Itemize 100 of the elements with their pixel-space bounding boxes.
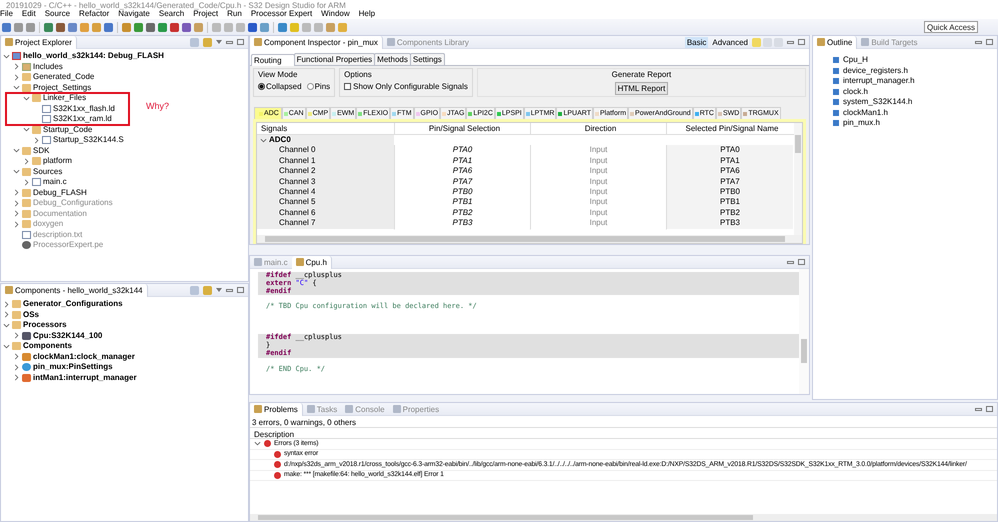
scrollbar[interactable] — [794, 123, 802, 235]
tree-item[interactable]: Linker_Files — [43, 93, 86, 104]
maximize-icon[interactable] — [986, 406, 993, 412]
tree-item[interactable]: doxygen — [33, 219, 64, 230]
tree-item[interactable]: S32K1xx_flash.ld — [53, 104, 115, 114]
checkbox[interactable]: Show Only Configurable Signals — [344, 82, 468, 91]
chevron-icon[interactable] — [13, 374, 20, 382]
column-header[interactable]: Direction — [530, 123, 666, 135]
tree-item[interactable]: Includes — [33, 62, 63, 72]
chevron-icon[interactable] — [3, 52, 10, 60]
minimize-icon[interactable] — [975, 408, 982, 410]
chevron-icon[interactable] — [33, 136, 40, 144]
chevron-icon[interactable] — [13, 189, 20, 196]
outline-item[interactable]: clockMan1.h — [843, 108, 888, 118]
chevron-icon[interactable] — [13, 84, 20, 92]
panel-tab[interactable]: Components - hello_world_s32k144 — [1, 284, 148, 296]
chevron-icon[interactable] — [13, 200, 20, 207]
view-menu-icon[interactable] — [216, 288, 222, 292]
scrollbar[interactable] — [257, 235, 802, 243]
chevron-icon[interactable] — [3, 300, 10, 308]
tree-item[interactable]: Components — [23, 341, 72, 352]
menu-item[interactable]: Edit — [22, 9, 36, 19]
column-header[interactable]: Selected Pin/Signal Name — [666, 123, 793, 135]
outline-item[interactable]: clock.h — [843, 86, 868, 97]
tree-item[interactable]: hello_world_s32k144: Debug_FLASH — [23, 51, 164, 62]
tree-item[interactable]: description.txt — [33, 230, 82, 240]
tree-item[interactable]: intMan1:interrupt_manager — [33, 372, 137, 383]
tree-item[interactable]: clockMan1:clock_manager — [33, 352, 135, 362]
menu-item[interactable]: Search — [158, 9, 184, 19]
menu-item[interactable]: Navigate — [118, 9, 150, 19]
chevron-icon[interactable] — [3, 311, 10, 318]
outline-item[interactable]: pin_mux.h — [843, 118, 880, 128]
tree-item[interactable]: Sources — [33, 166, 62, 177]
quick-access-field[interactable]: Quick Access — [924, 21, 978, 33]
tree-item[interactable]: Generated_Code — [33, 72, 94, 82]
minimize-icon[interactable] — [787, 260, 794, 264]
tree-item[interactable]: Startup_Code — [43, 124, 92, 135]
outline-item[interactable]: Cpu_H — [843, 55, 868, 66]
maximize-icon[interactable] — [986, 39, 993, 45]
chevron-icon[interactable] — [13, 63, 20, 70]
chevron-icon[interactable] — [260, 136, 267, 144]
view-menu-icon[interactable] — [216, 40, 222, 44]
tree-item[interactable]: OSs — [23, 310, 40, 320]
chevron-icon[interactable] — [13, 74, 20, 81]
minimize-icon[interactable] — [226, 40, 233, 44]
chevron-icon[interactable] — [13, 210, 20, 218]
tree-item[interactable]: Processors — [23, 320, 67, 330]
chevron-icon[interactable] — [13, 353, 20, 360]
mode-toggle[interactable]: Basic — [684, 36, 708, 48]
outline-item[interactable]: system_S32K144.h — [843, 97, 912, 108]
tab[interactable]: Settings — [410, 53, 445, 65]
menu-item[interactable]: Run — [227, 9, 242, 19]
maximize-icon[interactable] — [237, 287, 244, 293]
menu-item[interactable]: File — [0, 9, 13, 19]
minimize-icon[interactable] — [787, 40, 794, 44]
tree-item[interactable]: Startup_S32K144.S — [53, 135, 124, 146]
scrollbar[interactable] — [799, 269, 809, 394]
mode-toggle[interactable]: Advanced — [710, 36, 750, 48]
menu-item[interactable]: Source — [44, 9, 70, 19]
chevron-icon[interactable] — [13, 364, 20, 371]
chevron-icon[interactable] — [13, 147, 20, 154]
menu-item[interactable]: Processor Expert — [250, 9, 312, 19]
tree-item[interactable]: Cpu:S32K144_100 — [33, 330, 102, 341]
menu-item[interactable]: Refactor — [79, 9, 110, 19]
maximize-icon[interactable] — [237, 39, 244, 45]
tab[interactable]: Functional Properties — [294, 53, 376, 65]
minimize-icon[interactable] — [226, 288, 233, 292]
tab[interactable]: Methods — [374, 53, 411, 65]
maximize-icon[interactable] — [798, 259, 805, 265]
tree-item[interactable]: Debug_FLASH — [33, 188, 87, 198]
column-header[interactable]: Description — [250, 427, 997, 439]
panel-tab[interactable]: Outline — [813, 36, 858, 48]
radio-button[interactable] — [306, 83, 314, 90]
panel-tab[interactable]: Component Inspector - pin_mux — [250, 36, 383, 48]
panel-tab[interactable]: Problems — [250, 403, 303, 416]
chevron-icon[interactable] — [23, 158, 30, 165]
chevron-icon[interactable] — [254, 440, 261, 448]
radio-label[interactable]: Collapsed — [266, 82, 302, 91]
tree-item[interactable]: Project_Settings — [33, 82, 92, 93]
scrollbar[interactable] — [250, 514, 997, 521]
outline-item[interactable]: device_registers.h — [843, 66, 908, 76]
chevron-icon[interactable] — [23, 126, 30, 134]
tree-item[interactable]: Generator_Configurations — [23, 299, 123, 310]
menu-item[interactable]: Window — [321, 9, 350, 19]
chevron-icon[interactable] — [23, 178, 30, 186]
menu-item[interactable]: Help — [358, 9, 376, 19]
chevron-icon[interactable] — [3, 322, 10, 329]
tree-item[interactable]: main.c — [43, 177, 67, 188]
chevron-icon[interactable] — [3, 342, 10, 350]
tree-item[interactable]: S32K1xx_ram.ld — [53, 114, 112, 124]
tree-item[interactable]: platform — [43, 156, 72, 166]
column-header[interactable]: Signals — [257, 123, 394, 135]
tab[interactable]: Routing — [251, 54, 295, 66]
maximize-icon[interactable] — [798, 39, 805, 45]
chevron-icon[interactable] — [13, 168, 20, 176]
outline-item[interactable]: interrupt_manager.h — [843, 76, 915, 86]
chevron-icon[interactable] — [23, 94, 30, 102]
column-header[interactable]: Pin/Signal Selection — [394, 123, 530, 135]
minimize-icon[interactable] — [975, 40, 982, 44]
chevron-icon[interactable] — [13, 220, 20, 228]
